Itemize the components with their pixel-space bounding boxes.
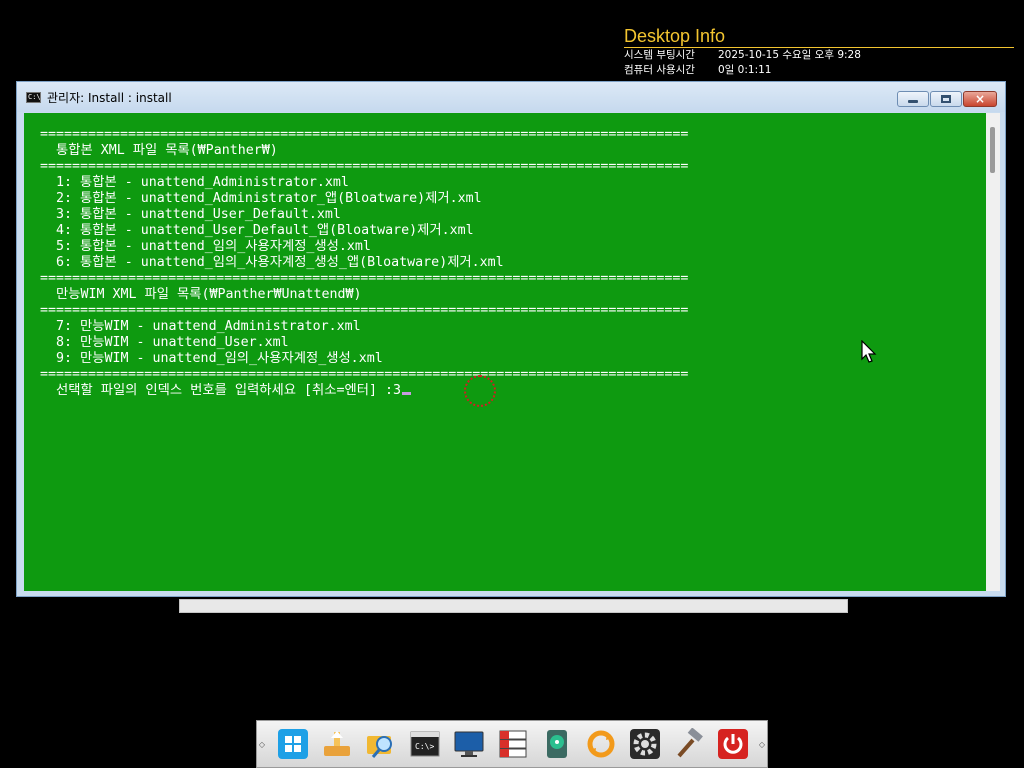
close-icon: × xyxy=(974,92,986,106)
horizontal-scrollbar[interactable] xyxy=(179,599,848,613)
text-cursor xyxy=(401,392,411,395)
console-section-heading: 통합본 XML 파일 목록(₩Panther₩) xyxy=(40,143,278,158)
console-list-item: 3: 통합본 - unattend_User_Default.xml xyxy=(40,207,341,222)
maximize-icon xyxy=(941,95,951,103)
desktop-info-row-uptime: 컴퓨터 사용시간 0일 0:1:11 xyxy=(624,63,1014,78)
desktop-info-row-boot: 시스템 부팅시간 2025-10-15 수요일 오후 9:28 xyxy=(624,48,1014,63)
desktop-info-widget: Desktop Info 시스템 부팅시간 2025-10-15 수요일 오후 … xyxy=(624,26,1014,78)
console-input-value[interactable]: 3 xyxy=(393,383,401,398)
settings-gear-icon[interactable] xyxy=(629,728,661,760)
minimize-icon xyxy=(908,100,918,103)
console-line: ========================================… xyxy=(40,127,689,142)
cmd-icon[interactable]: C:\ xyxy=(26,91,41,103)
console-list-item: 2: 통합본 - unattend_Administrator_앱(Bloatw… xyxy=(40,191,482,206)
console-line: ========================================… xyxy=(40,367,689,382)
console-output[interactable]: ========================================… xyxy=(24,113,986,591)
console-list-item: 4: 통합본 - unattend_User_Default_앱(Bloatwa… xyxy=(40,223,474,238)
window-controls: × xyxy=(897,91,997,107)
command-prompt-icon[interactable]: C:\> xyxy=(409,728,441,760)
uptime-label: 컴퓨터 사용시간 xyxy=(624,64,695,76)
taskbar-icons: C:\> xyxy=(277,728,749,760)
mouse-pointer-icon xyxy=(861,340,877,363)
desktop-info-title: Desktop Info xyxy=(624,26,1014,48)
console-list-item: 7: 만능WIM - unattend_Administrator.xml xyxy=(40,319,361,334)
svg-text:C:\>: C:\> xyxy=(415,742,434,751)
scrollbar-thumb[interactable] xyxy=(990,127,995,173)
console-list-item: 1: 통합본 - unattend_Administrator.xml xyxy=(40,175,349,190)
highlight-circle xyxy=(464,375,496,407)
console-window[interactable]: C:\ 관리자: Install : install × ===========… xyxy=(16,81,1006,597)
boot-time-label: 시스템 부팅시간 xyxy=(624,49,695,61)
uptime-value: 0일 0:1:11 xyxy=(718,64,772,76)
taskbar-right-arrow-icon[interactable]: ◇ xyxy=(757,740,767,749)
console-text: ========================================… xyxy=(40,127,688,399)
power-icon[interactable] xyxy=(717,728,749,760)
console-section-heading: 만능WIM XML 파일 목록(₩Panther₩Unattend₩) xyxy=(40,287,362,302)
console-list-item: 9: 만능WIM - unattend_임의_사용자계정_생성.xml xyxy=(40,351,383,366)
close-button[interactable]: × xyxy=(963,91,997,107)
monitor-icon[interactable] xyxy=(453,728,485,760)
disk-tool-icon[interactable] xyxy=(541,728,573,760)
vertical-scrollbar[interactable] xyxy=(986,113,1000,591)
taskbar: ◇ C:\> ◇ xyxy=(256,720,768,768)
tools-hammer-icon[interactable] xyxy=(673,728,705,760)
console-line: ========================================… xyxy=(40,159,689,174)
console-list-item: 5: 통합본 - unattend_임의_사용자계정_생성.xml xyxy=(40,239,371,254)
usb-drive-icon[interactable] xyxy=(321,728,353,760)
windows-start-icon[interactable] xyxy=(277,728,309,760)
console-prompt: 선택할 파일의 인덱스 번호를 입력하세요 [취소=엔터] : xyxy=(40,383,393,398)
console-line: ========================================… xyxy=(40,303,689,318)
console-list-item: 8: 만능WIM - unattend_User.xml xyxy=(40,335,289,350)
console-list-item: 6: 통합본 - unattend_임의_사용자계정_생성_앱(Bloatwar… xyxy=(40,255,504,270)
boot-time-value: 2025-10-15 수요일 오후 9:28 xyxy=(718,49,861,61)
minimize-button[interactable] xyxy=(897,91,929,107)
file-search-icon[interactable] xyxy=(365,728,397,760)
maximize-button[interactable] xyxy=(930,91,962,107)
drive-manager-icon[interactable] xyxy=(497,728,529,760)
refresh-sync-icon[interactable] xyxy=(585,728,617,760)
console-line: ========================================… xyxy=(40,271,689,286)
taskbar-left-arrow-icon[interactable]: ◇ xyxy=(257,740,267,749)
window-titlebar[interactable]: C:\ 관리자: Install : install × xyxy=(17,82,1005,112)
window-title: 관리자: Install : install xyxy=(47,90,172,105)
